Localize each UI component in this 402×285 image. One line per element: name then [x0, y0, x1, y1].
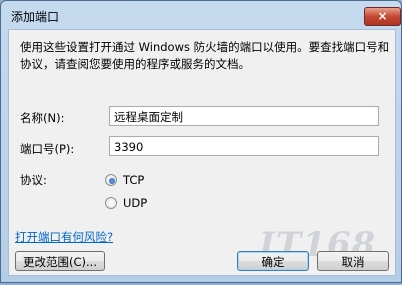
risk-info-link[interactable]: 打开端口有何风险? — [15, 229, 113, 245]
udp-label: UDP — [123, 196, 148, 210]
tcp-radio[interactable] — [105, 174, 117, 186]
cancel-button[interactable]: 取消 — [317, 251, 389, 271]
port-label: 端口号(P): — [20, 142, 75, 156]
add-port-dialog: 添加端口 × 使用这些设置打开通过 Windows 防火墙的端口以使用。要查找端… — [0, 0, 402, 283]
change-scope-button[interactable]: 更改范围(C)... — [15, 251, 105, 271]
radio-selected-dot — [109, 178, 115, 184]
dialog-title: 添加端口 — [11, 10, 60, 24]
dialog-content: 使用这些设置打开通过 Windows 防火墙的端口以使用。要查找端口号和协议，请… — [8, 29, 396, 276]
protocol-label: 协议: — [20, 173, 47, 187]
port-input[interactable]: 3390 — [109, 136, 379, 156]
intro-text: 使用这些设置打开通过 Windows 防火墙的端口以使用。要查找端口号和协议，请… — [20, 40, 390, 71]
ok-button[interactable]: 确定 — [237, 251, 309, 271]
udp-radio[interactable] — [105, 197, 117, 209]
tcp-label: TCP — [123, 173, 145, 187]
title-bar: 添加端口 × — [1, 1, 401, 29]
name-input[interactable]: 远程桌面定制 — [109, 106, 379, 126]
name-label: 名称(N): — [20, 111, 65, 125]
close-button[interactable]: × — [364, 7, 401, 26]
